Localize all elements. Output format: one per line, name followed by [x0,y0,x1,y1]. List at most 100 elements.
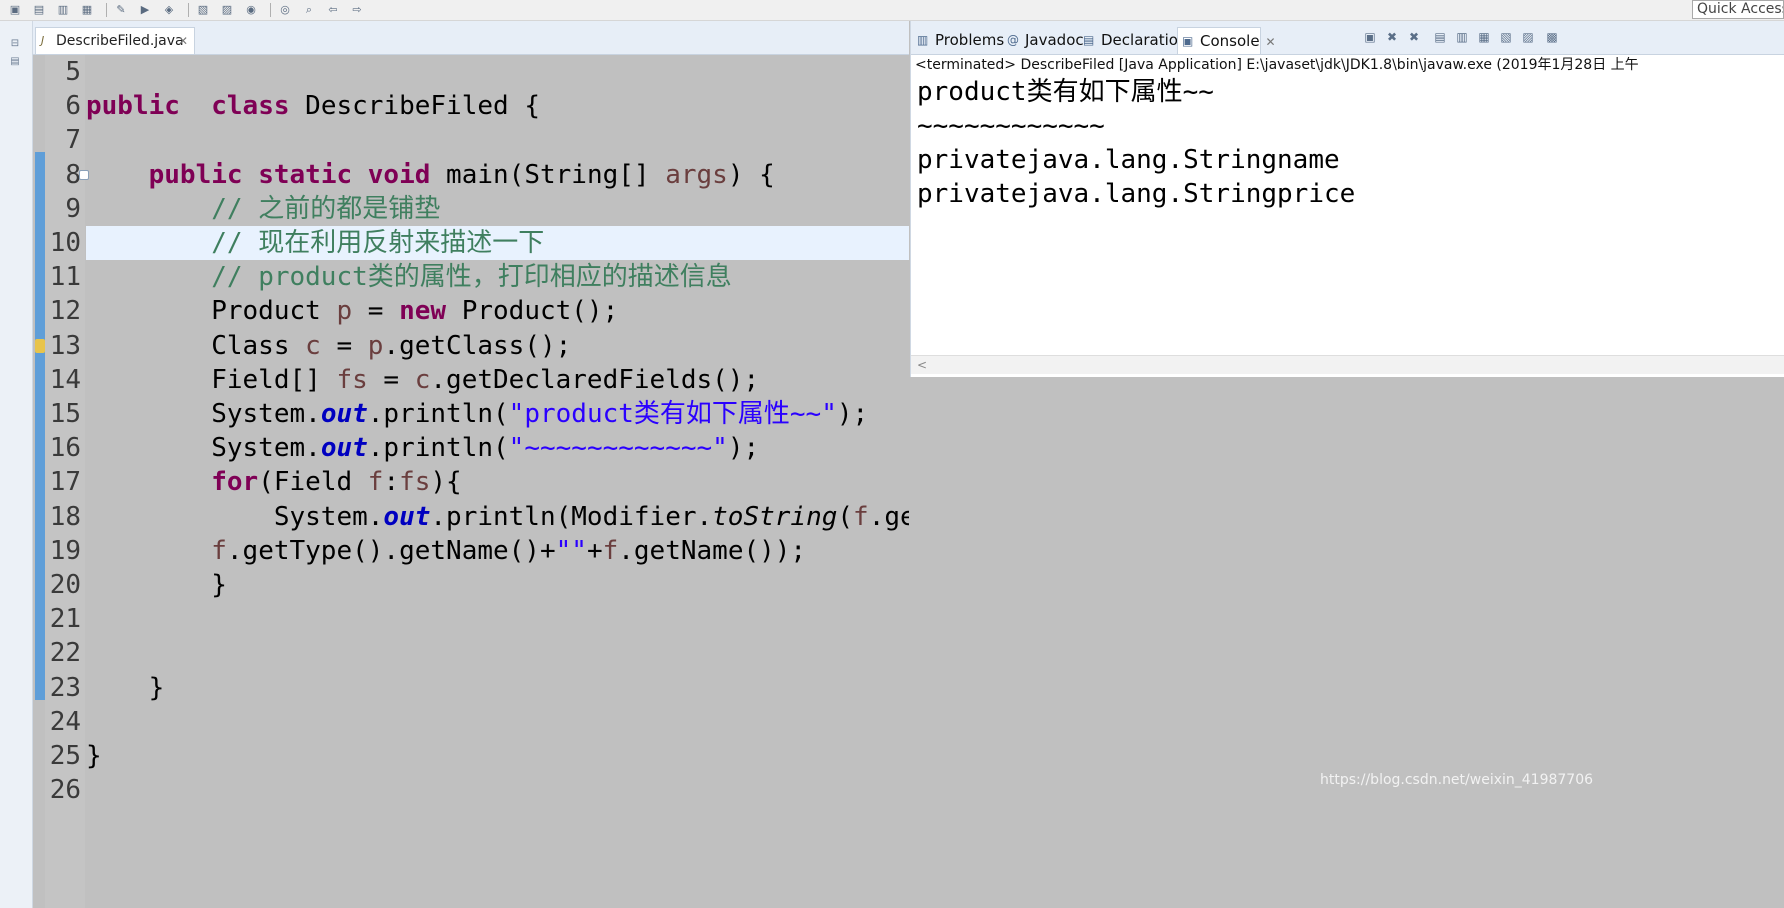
new-icon[interactable]: ▣ [8,3,22,17]
code-token: : [383,467,400,498]
code-line[interactable] [86,123,909,157]
line-number: 18 [49,501,81,532]
new-class-icon[interactable]: ◉ [244,3,258,17]
line-number: 23 [49,672,81,703]
code-token: Product [86,296,337,327]
code-line[interactable]: // product类的属性，打印相应的描述信息 [86,260,909,294]
line-number: 24 [49,706,81,737]
code-token: args [665,159,728,190]
console-output-line: privatejava.lang.Stringprice [917,179,1356,209]
console-icon: ▣ [1182,34,1194,48]
code-token: fs [399,467,431,498]
save-icon[interactable]: ▤ [32,3,46,17]
code-line[interactable]: } [86,739,909,773]
package-explorer-icon[interactable]: ▤ [7,55,23,69]
code-line[interactable]: System.out.println("product类有如下属性~~"); [86,397,909,431]
display-console-icon[interactable]: ▨ [1521,30,1535,44]
code-line[interactable] [86,55,909,89]
line-number: 5 [65,57,81,87]
code-line[interactable] [86,636,909,670]
console-status-line: <terminated> DescribeFiled [Java Applica… [915,57,1639,73]
word-wrap-icon[interactable]: ▦ [1477,30,1491,44]
code-token: for [211,467,259,498]
code-line[interactable] [86,602,909,636]
open-console-icon[interactable]: ▩ [1545,30,1559,44]
code-line[interactable]: f.getType().getName()+""+f.getName()); [86,534,909,568]
tab-console[interactable]: ▣ Console ✕ [1177,27,1276,54]
code-line[interactable]: Field[] fs = c.getDeclaredFields(); [86,363,909,397]
copy-icon[interactable]: ▤ [1433,30,1447,44]
code-token: .println(Modifier. [430,501,713,532]
close-icon[interactable]: ✕ [1266,35,1276,49]
open-type-icon[interactable]: ◎ [278,3,292,17]
line-number: 10 [49,228,81,258]
minimize-console-icon[interactable]: ▣ [1363,30,1377,44]
tab-problems[interactable]: ▥ Problems [913,27,1005,54]
code-line[interactable]: public class DescribeFiled { [86,89,909,123]
code-token: = [367,364,415,395]
tab-javadoc[interactable]: @ Javadoc [1003,27,1084,54]
code-line[interactable]: System.out.println("~~~~~~~~~~~~"); [86,431,909,465]
new-java-project-icon[interactable]: ▧ [196,3,210,17]
print-icon[interactable]: ▦ [80,3,94,17]
line-number: 25 [49,741,81,771]
pin-console-icon[interactable]: ▧ [1499,30,1513,44]
code-line[interactable]: Product p = new Product(); [86,294,909,328]
line-number: 16 [49,433,81,464]
code-token: "~~~~~~~~~~~~" [508,433,728,464]
code-line[interactable] [86,773,909,807]
code-token: Class [86,330,306,361]
forward-icon[interactable]: ⇨ [350,3,364,17]
scroll-lock-icon[interactable]: ▥ [1455,30,1469,44]
code-token: .getClass(); [383,330,572,361]
external-tools-icon[interactable]: ◈ [162,3,176,17]
quick-access-input[interactable]: Quick Access [1692,0,1784,19]
overview-gutter [33,55,45,908]
code-token: fs [336,364,368,395]
line-number: 6 [65,91,81,122]
code-line[interactable]: } [86,671,909,705]
tab-describefiled-java[interactable]: J DescribeFiled.java ✕ [35,27,195,54]
code-line[interactable] [86,705,909,739]
code-line[interactable]: } [86,568,909,602]
code-token: // 之前的都是铺垫 [211,193,441,224]
code-area[interactable]: public class DescribeFiled { public stat… [86,55,909,908]
save-all-icon[interactable]: ▥ [56,3,70,17]
remove-all-terminated-icon[interactable]: ✖ [1407,30,1421,44]
code-line[interactable]: for(Field f:fs){ [86,465,909,499]
tab-label: Problems [935,31,1005,49]
debug-icon[interactable]: ✎ [114,3,128,17]
code-line[interactable]: public static void main(String[] args) { [86,158,909,192]
toolbar-separator [106,3,107,17]
restore-icon[interactable]: ⊟ [7,37,23,51]
problems-icon: ▥ [917,33,929,47]
horizontal-scrollbar[interactable]: < [911,355,1784,374]
code-line[interactable]: System.out.println(Modifier.toString(f.g… [86,500,909,534]
scroll-left-icon[interactable]: < [917,356,927,374]
code-line[interactable]: Class c = p.getClass(); [86,329,909,363]
code-line[interactable]: // 之前的都是铺垫 [86,192,909,226]
new-package-icon[interactable]: ▨ [220,3,234,17]
code-token: "product类有如下属性~~" [508,399,837,429]
editor-tab-bar: J DescribeFiled.java ✕ [33,21,909,55]
warning-icon[interactable] [35,338,45,353]
tab-declaration[interactable]: ▤ Declaration [1079,27,1187,54]
search-icon[interactable]: ⌕ [302,3,316,17]
console-output-line: product类有如下属性~~ [917,77,1214,107]
code-token: .getModifiers())+ [868,501,909,532]
code-token: out [320,399,368,429]
run-icon[interactable]: ▶ [138,3,152,17]
back-icon[interactable]: ⇦ [326,3,340,17]
close-icon[interactable]: ✕ [178,28,188,54]
console-output-line: privatejava.lang.Stringname [917,145,1340,175]
terminate-icon[interactable]: ✖ [1385,30,1399,44]
code-token: = [320,330,368,361]
line-number: 15 [49,399,81,429]
code-line[interactable]: // 现在利用反射来描述一下 [86,226,909,260]
code-token: ){ [430,467,462,498]
declaration-icon: ▤ [1083,33,1095,47]
